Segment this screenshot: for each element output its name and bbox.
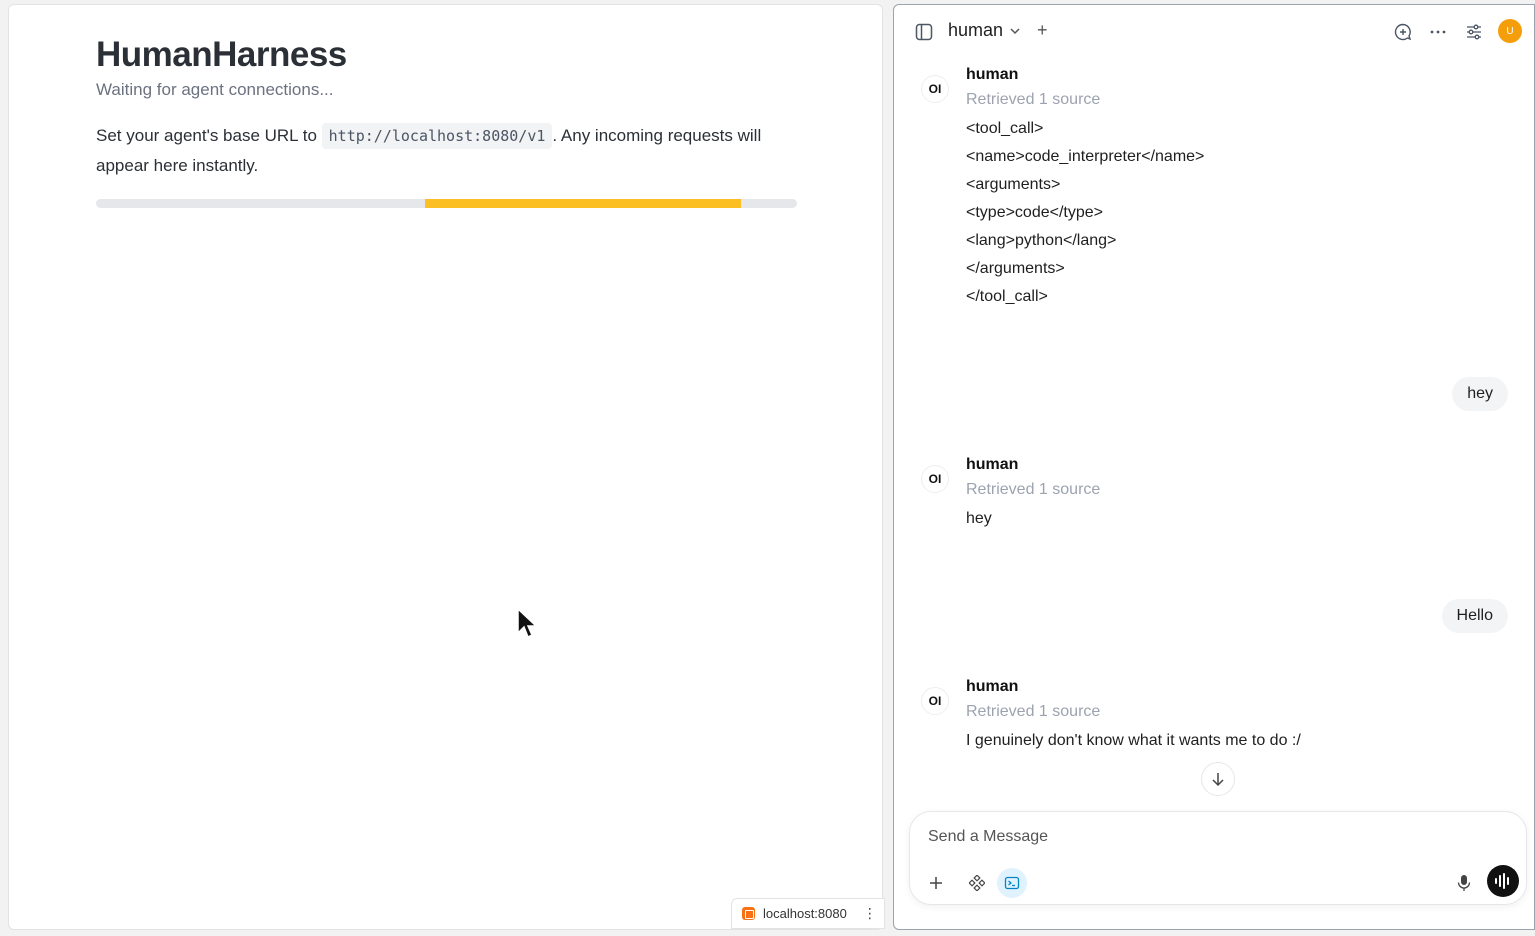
- waveform-icon: [1495, 873, 1509, 889]
- assistant-avatar: OI: [921, 465, 949, 493]
- message-content: <tool_call> <name>code_interpreter</name…: [966, 119, 1204, 315]
- user-message: hey: [1452, 377, 1508, 411]
- terminal-icon: [1004, 876, 1020, 890]
- microphone-icon: [1457, 875, 1471, 891]
- plus-icon: [930, 877, 942, 889]
- message-content: I genuinely don't know what it wants me …: [966, 731, 1301, 759]
- tunnel-host: localhost:8080: [763, 906, 847, 921]
- instructions-text: Set your agent's base URL to http://loca…: [96, 121, 796, 181]
- message-line: I genuinely don't know what it wants me …: [966, 732, 1301, 749]
- user-avatar[interactable]: U: [1498, 19, 1522, 43]
- message-line: <arguments>: [966, 176, 1061, 193]
- assistant-name: human: [966, 678, 1019, 695]
- status-text: Waiting for agent connections...: [96, 80, 334, 99]
- code-interpreter-toggle[interactable]: [997, 868, 1027, 898]
- instructions-prefix: Set your agent's base URL to: [96, 126, 317, 145]
- message-line: <lang>python</lang>: [966, 232, 1117, 249]
- arrow-down-icon: [1212, 773, 1224, 787]
- message-composer: [909, 811, 1527, 905]
- message-line: </tool_call>: [966, 288, 1048, 305]
- voice-mode-button[interactable]: [1487, 865, 1519, 897]
- loading-progress-bar: [96, 199, 797, 208]
- message-line: </arguments>: [966, 260, 1065, 277]
- attach-button[interactable]: [921, 868, 951, 898]
- scroll-to-bottom-button[interactable]: [1201, 762, 1235, 796]
- integrations-icon: [969, 875, 985, 891]
- tools-button[interactable]: [962, 868, 992, 898]
- chevron-down-icon: [1010, 27, 1020, 34]
- assistant-avatar: OI: [921, 687, 949, 715]
- dictate-button[interactable]: [1449, 868, 1479, 898]
- retrieved-sources-link[interactable]: Retrieved 1 source: [966, 703, 1100, 721]
- assistant-avatar: OI: [921, 75, 949, 103]
- assistant-name: human: [966, 66, 1019, 83]
- harness-pane: HumanHarness Waiting for agent connectio…: [8, 4, 883, 930]
- base-url-code: http://localhost:8080/v1: [321, 123, 553, 149]
- mouse-cursor-icon: [517, 607, 538, 639]
- add-model-button[interactable]: +: [1037, 20, 1048, 41]
- assistant-name: human: [966, 456, 1019, 473]
- new-chat-icon[interactable]: [1392, 21, 1414, 43]
- model-name: human: [948, 20, 1004, 40]
- model-selector[interactable]: human +: [948, 20, 1048, 41]
- loading-progress-fill: [425, 199, 741, 208]
- retrieved-sources-link[interactable]: Retrieved 1 source: [966, 91, 1100, 109]
- message-line: <name>code_interpreter</name>: [966, 148, 1205, 165]
- message-content: hey: [966, 509, 992, 537]
- chat-pane: human + U OI human Retrieved 1 source <t…: [893, 4, 1535, 930]
- message-line: <type>code</type>: [966, 204, 1103, 221]
- page-title: HumanHarness: [96, 35, 347, 74]
- controls-sliders-icon[interactable]: [1463, 21, 1485, 43]
- more-options-icon[interactable]: [1427, 21, 1449, 43]
- tunnel-menu-icon[interactable]: ⋮: [863, 905, 877, 922]
- message-line: <tool_call>: [966, 120, 1044, 137]
- chat-header: human + U: [894, 5, 1534, 55]
- message-line: hey: [966, 510, 992, 527]
- message-input[interactable]: [928, 828, 1488, 846]
- sidebar-toggle-icon[interactable]: [914, 22, 934, 42]
- tunnel-status-pill[interactable]: localhost:8080 ⋮: [731, 898, 885, 929]
- tunnel-favicon-icon: [742, 907, 755, 920]
- user-message: Hello: [1441, 599, 1508, 633]
- retrieved-sources-link[interactable]: Retrieved 1 source: [966, 481, 1100, 499]
